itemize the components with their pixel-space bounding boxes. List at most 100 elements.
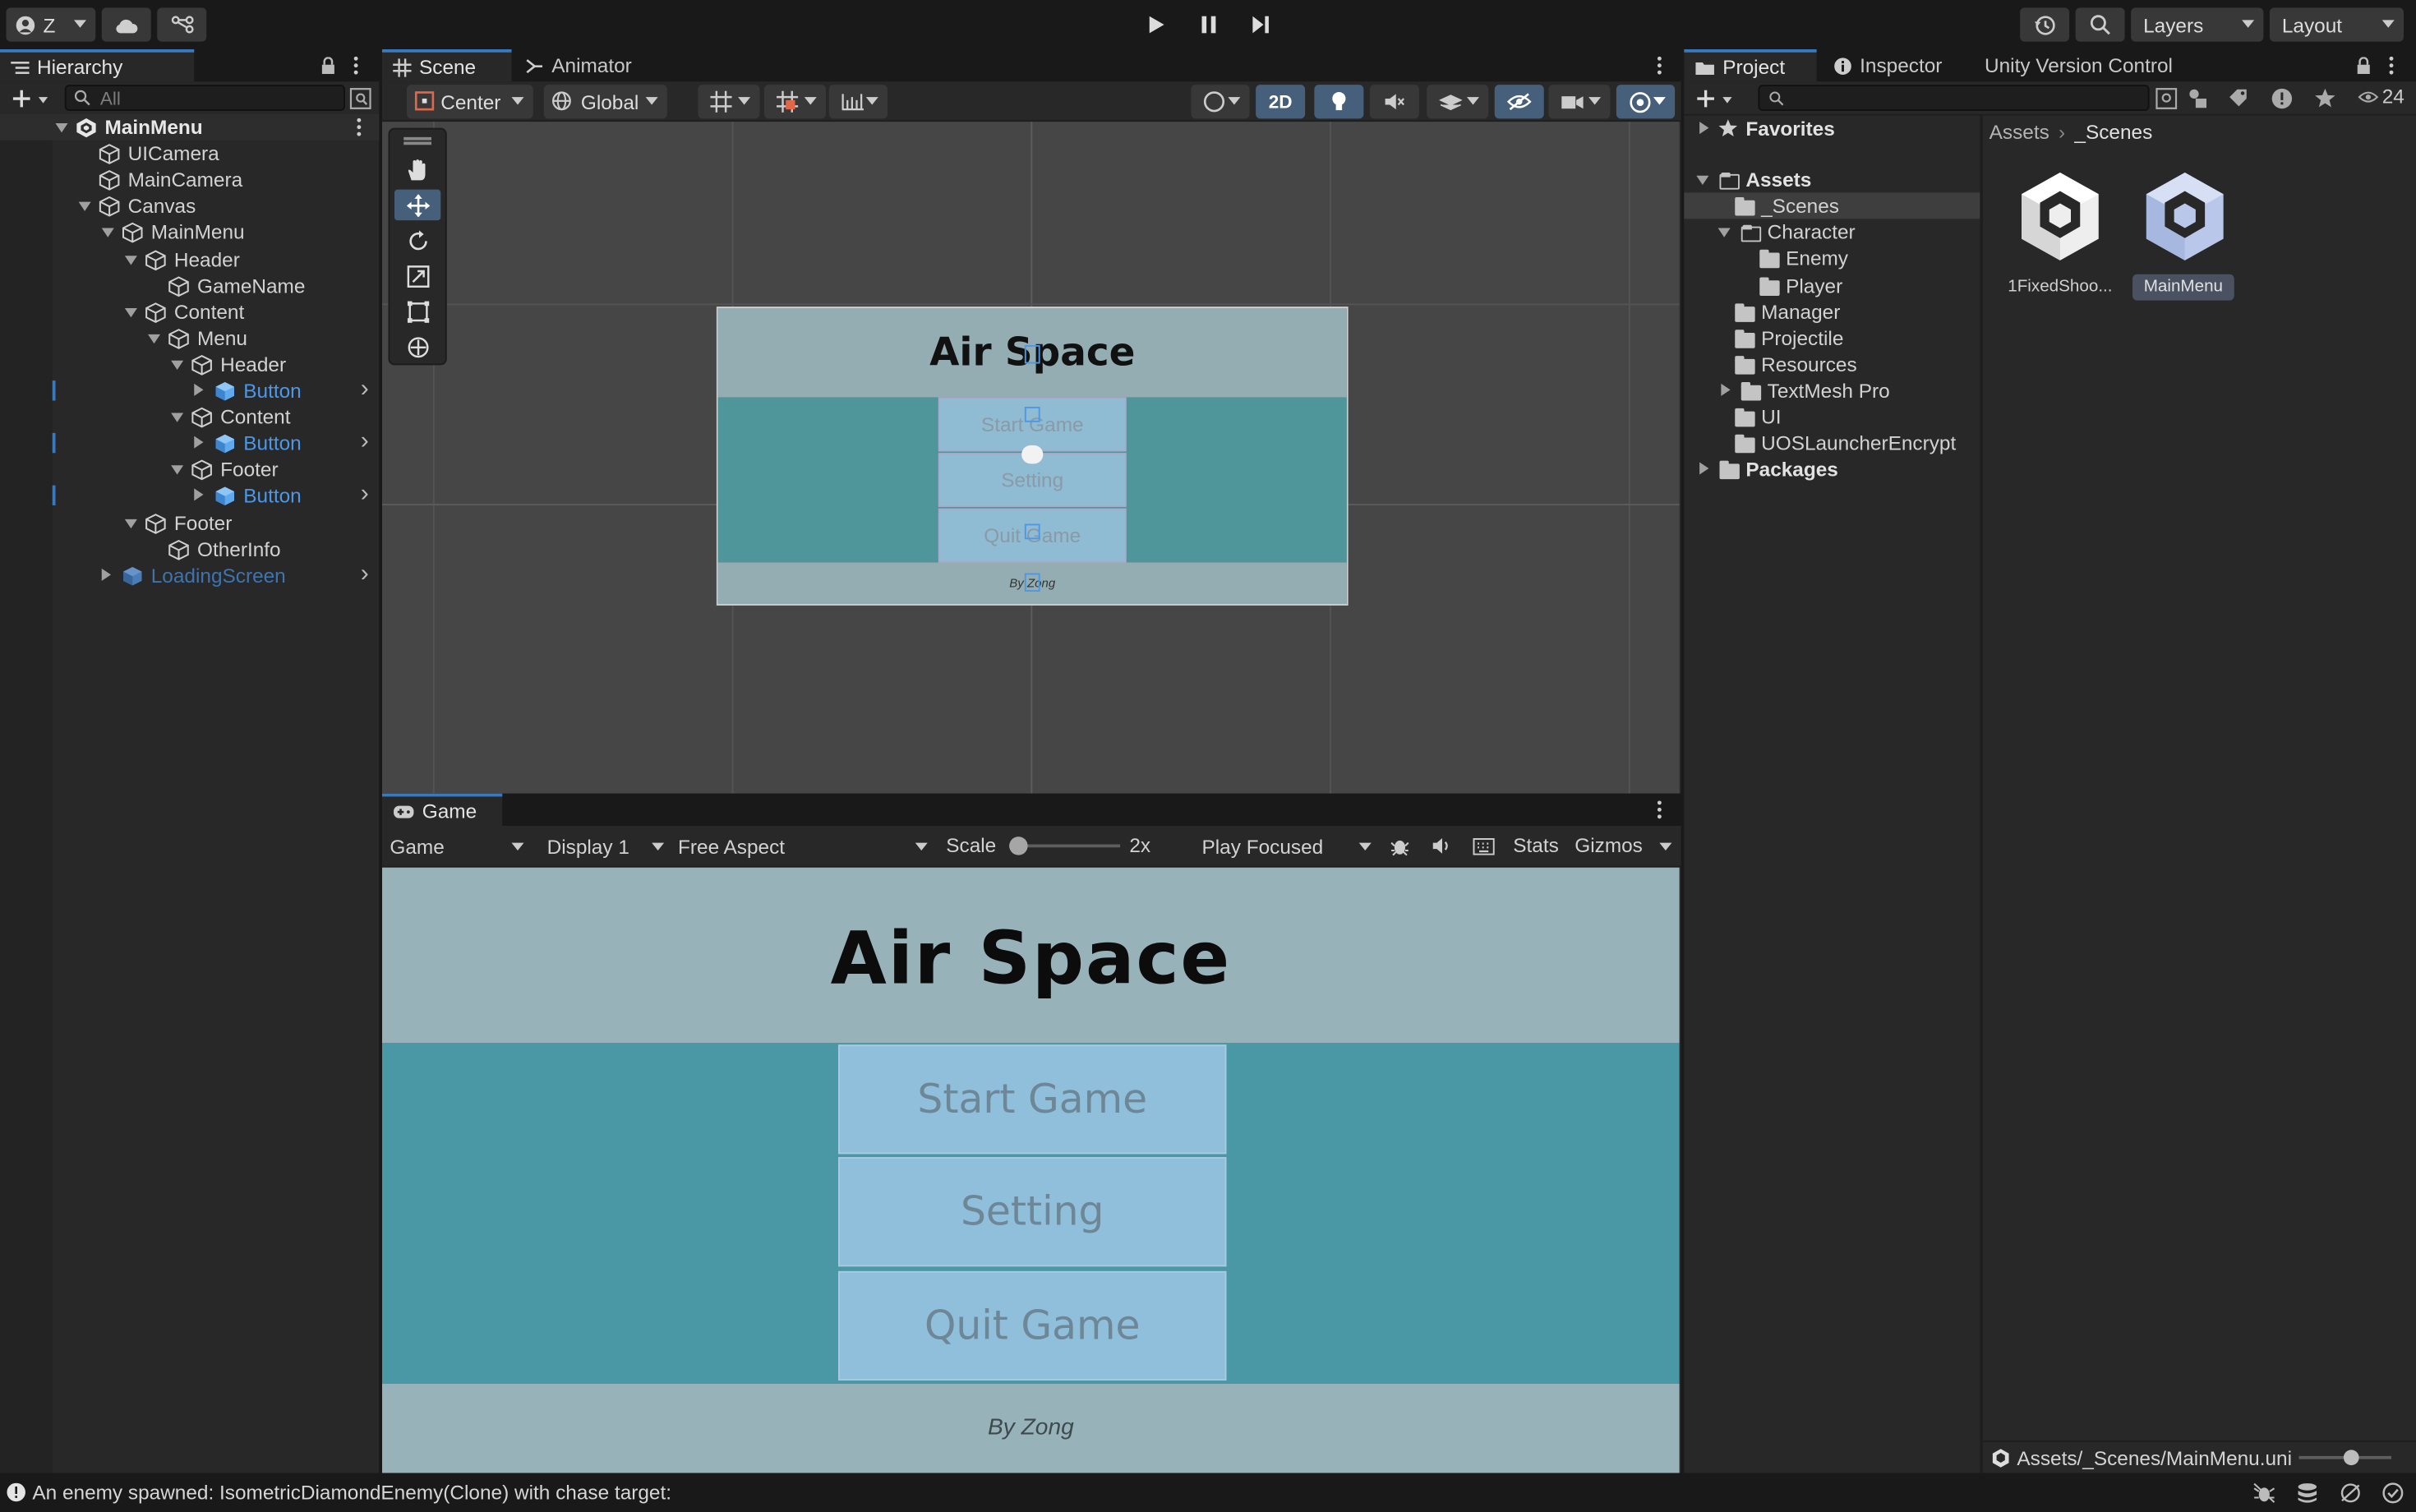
scale-tool-button[interactable] (394, 260, 440, 292)
play-button[interactable] (1131, 7, 1180, 41)
expand-arrow-icon[interactable] (171, 413, 184, 422)
check-circle-icon[interactable] (2382, 1482, 2404, 1504)
collapse-arrow-icon[interactable] (1699, 122, 1709, 135)
hierarchy-item[interactable]: MainCamera (0, 167, 379, 193)
lock-icon[interactable] (320, 57, 336, 74)
rect-tool-button[interactable] (394, 296, 440, 327)
pivot-mode-dropdown[interactable]: Center (407, 85, 533, 119)
scene-search-icon[interactable] (349, 88, 371, 109)
project-tree-item[interactable]: Resources (1684, 351, 1980, 377)
hierarchy-item[interactable]: MainMenu (0, 219, 379, 246)
quit-game-button[interactable]: Quit Game (838, 1270, 1227, 1381)
project-tree-item[interactable]: Packages (1684, 456, 1980, 482)
collab-button[interactable] (157, 7, 207, 42)
hierarchy-item[interactable]: Header (0, 246, 379, 272)
hierarchy-item[interactable]: OtherInfo (0, 536, 379, 562)
collapse-arrow-icon[interactable] (194, 383, 204, 396)
slider-thumb[interactable] (2343, 1450, 2359, 1466)
hierarchy-item[interactable]: MainMenu (0, 113, 380, 141)
audio-toggle[interactable] (1369, 85, 1419, 119)
debug-mode-icon[interactable] (2252, 1482, 2275, 1504)
slider-thumb[interactable] (1009, 837, 1028, 855)
filter-type-icon[interactable] (2187, 88, 2208, 109)
project-tree-item[interactable]: Character (1684, 219, 1980, 246)
ruler-dropdown[interactable] (828, 85, 888, 119)
hierarchy-item[interactable]: Footer (0, 457, 379, 483)
expand-arrow-icon[interactable] (101, 228, 114, 238)
project-tree-item[interactable]: Favorites (1684, 116, 1980, 142)
rotate-tool-button[interactable] (394, 225, 440, 256)
hierarchy-item[interactable]: Button › (0, 482, 379, 509)
project-tree-item[interactable]: Manager (1684, 298, 1980, 325)
create-dropdown[interactable] (9, 86, 53, 111)
hierarchy-item[interactable]: Content (0, 403, 379, 430)
expand-arrow-icon[interactable] (55, 123, 68, 133)
project-tree-item[interactable]: Player (1684, 272, 1980, 298)
auto-generate-lighting-icon[interactable] (2339, 1482, 2362, 1504)
search-button[interactable] (2075, 7, 2125, 42)
expand-arrow-icon[interactable] (124, 307, 137, 317)
chevron-right-icon[interactable]: › (361, 376, 369, 404)
tab-scene[interactable]: Scene (382, 49, 512, 82)
hierarchy-item[interactable]: Button › (0, 376, 379, 404)
gizmos-button[interactable]: Gizmos (1575, 833, 1643, 856)
scene-canvas-preview[interactable]: Air Space Start Game Setting Quit Game B… (716, 307, 1349, 606)
hierarchy-item[interactable]: GameName (0, 272, 379, 298)
transform-tool-button[interactable] (394, 331, 440, 362)
undo-history-button[interactable] (2020, 7, 2070, 42)
stats-button[interactable]: Stats (1513, 833, 1559, 856)
debug-toggle[interactable] (1384, 831, 1415, 862)
move-tool-button[interactable] (394, 189, 441, 221)
tab-project[interactable]: Project (1684, 49, 1817, 82)
project-search-input[interactable] (1758, 85, 2150, 111)
hierarchy-item[interactable]: LoadingScreen › (0, 560, 379, 588)
setting-button[interactable]: Setting (838, 1157, 1227, 1267)
tab-version-control[interactable]: Unity Version Control (1974, 49, 2190, 81)
layers-dropdown[interactable]: Layers (2131, 7, 2264, 42)
camera-dropdown[interactable] (1548, 85, 1611, 119)
project-tree-item[interactable]: TextMesh Pro (1684, 377, 1980, 403)
scene-asset-tile[interactable]: 1FixedShoo... (2004, 169, 2113, 296)
gizmos-dropdown[interactable] (1616, 85, 1676, 119)
shortcuts-toggle[interactable] (1469, 831, 1500, 862)
hierarchy-search-input[interactable]: All (64, 85, 345, 111)
account-dropdown[interactable]: Z (6, 7, 96, 42)
kebab-menu-icon[interactable] (1657, 800, 1663, 819)
expand-arrow-icon[interactable] (1717, 228, 1731, 238)
collapse-arrow-icon[interactable] (1699, 462, 1709, 475)
kebab-menu-icon[interactable] (1657, 56, 1663, 76)
mute-audio-toggle[interactable] (1425, 831, 1456, 862)
project-tree-item[interactable]: Assets (1684, 167, 1980, 193)
hierarchy-item[interactable]: Header (0, 351, 379, 377)
expand-arrow-icon[interactable] (171, 465, 184, 476)
hierarchy-item[interactable]: Content (0, 298, 379, 325)
search-scene-icon[interactable] (2155, 88, 2178, 109)
selection-handle[interactable] (1024, 523, 1040, 540)
cloud-button[interactable] (101, 7, 151, 42)
pivot-rotation-dropdown[interactable]: Global (543, 85, 667, 119)
play-mode-select[interactable]: Play Focused (1194, 826, 1376, 866)
kebab-menu-icon[interactable] (356, 118, 362, 137)
console-message[interactable]: An enemy spawned: IsometricDiamondEnemy(… (32, 1481, 671, 1504)
scene-asset-tile[interactable]: MainMenu (2129, 169, 2237, 301)
lock-icon[interactable] (2356, 57, 2372, 74)
expand-arrow-icon[interactable] (78, 202, 91, 212)
warning-icon[interactable] (2271, 88, 2293, 109)
chevron-right-icon[interactable]: › (361, 429, 369, 457)
hand-tool-button[interactable] (394, 154, 440, 186)
tab-animator[interactable]: Animator (514, 49, 653, 81)
expand-arrow-icon[interactable] (124, 255, 137, 265)
scale-slider[interactable] (1009, 837, 1121, 855)
project-tree-item[interactable]: UOSLauncherEncrypt (1684, 430, 1980, 456)
collapse-arrow-icon[interactable] (194, 436, 204, 449)
hierarchy-item[interactable]: Menu (0, 325, 379, 351)
collapse-arrow-icon[interactable] (101, 568, 111, 581)
gizmos-dropdown-arrow[interactable] (1659, 842, 1672, 850)
lighting-toggle[interactable] (1314, 85, 1364, 119)
hierarchy-item[interactable]: Button › (0, 429, 379, 457)
project-tree-item[interactable]: Projectile (1684, 325, 1980, 351)
breadcrumb-item[interactable]: Assets (1990, 120, 2049, 143)
tab-game[interactable]: Game (382, 793, 503, 826)
tag-icon[interactable] (2228, 88, 2248, 108)
grid-snap-dropdown[interactable] (698, 85, 760, 119)
